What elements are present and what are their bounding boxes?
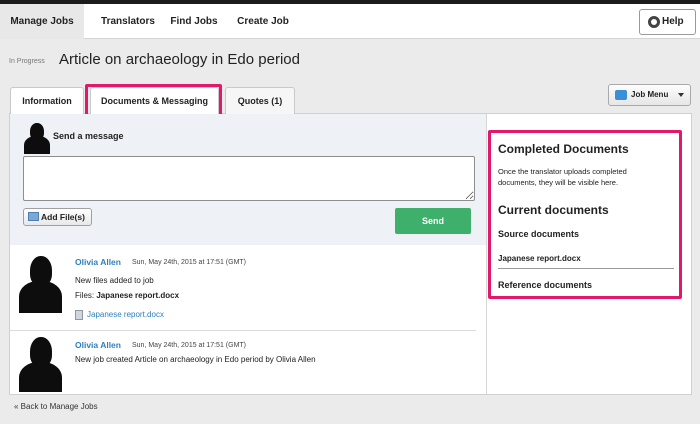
message-timestamp: Sun, May 24th, 2015 at 17:51 (GMT) <box>132 259 247 266</box>
job-menu-button[interactable]: Job Menu <box>608 84 691 106</box>
message-avatar <box>19 336 62 392</box>
tab-quotes[interactable]: Quotes (1) <box>225 87 295 114</box>
documents-tab-highlight <box>85 84 222 118</box>
source-document-file[interactable]: Japanese report.docx <box>498 254 581 263</box>
add-files-button[interactable]: Add File(s) <box>23 208 92 226</box>
completed-documents-desc-line1: Once the translator uploads completed <box>498 167 627 176</box>
current-documents-heading: Current documents <box>498 203 609 217</box>
job-menu-label: Job Menu <box>631 90 669 99</box>
quote-icon <box>615 90 627 100</box>
send-button[interactable]: Send <box>395 208 471 234</box>
lifebuoy-icon <box>648 16 660 28</box>
message-author[interactable]: Olivia Allen <box>75 257 121 267</box>
attached-file-name: Japanese report.docx <box>87 310 164 319</box>
nav-manage-jobs[interactable]: Manage Jobs <box>0 4 84 39</box>
help-button[interactable]: Help <box>639 9 696 35</box>
message-timestamp: Sun, May 24th, 2015 at 17:51 (GMT) <box>132 342 247 349</box>
attached-file-link[interactable]: Japanese report.docx <box>75 310 164 320</box>
message-avatar <box>19 255 62 313</box>
attach-file-icon <box>28 212 39 221</box>
job-status-label: In Progress <box>9 58 45 65</box>
help-label: Help <box>662 16 684 27</box>
document-icon <box>75 310 83 320</box>
top-navigation: Manage Jobs Translators Find Jobs Create… <box>0 4 700 39</box>
panel-divider <box>486 114 487 394</box>
message-divider <box>10 330 476 331</box>
user-avatar <box>23 122 51 154</box>
message-author[interactable]: Olivia Allen <box>75 340 121 350</box>
back-to-manage-jobs-link[interactable]: « Back to Manage Jobs <box>14 402 98 411</box>
source-documents-heading: Source documents <box>498 229 580 239</box>
files-value: Japanese report.docx <box>96 291 180 300</box>
source-divider <box>498 268 674 269</box>
nav-create-job[interactable]: Create Job <box>230 4 296 39</box>
message-text: New files added to job <box>75 276 154 285</box>
tab-information[interactable]: Information <box>10 87 84 114</box>
message-files-line: Files: Japanese report.docx <box>75 291 179 300</box>
completed-documents-desc-line2: documents, they will be visible here. <box>498 178 619 187</box>
add-files-label: Add File(s) <box>41 212 85 222</box>
completed-documents-heading: Completed Documents <box>498 142 629 156</box>
chevron-down-icon <box>678 93 684 97</box>
message-textarea[interactable] <box>23 156 475 201</box>
message-text: New job created Article on archaeology i… <box>75 355 316 364</box>
page-title: Article on archaeology in Edo period <box>59 51 300 68</box>
nav-find-jobs[interactable]: Find Jobs <box>158 4 230 39</box>
files-label: Files: <box>75 291 95 300</box>
reference-documents-heading: Reference documents <box>498 280 593 290</box>
send-message-heading: Send a message <box>53 131 124 141</box>
